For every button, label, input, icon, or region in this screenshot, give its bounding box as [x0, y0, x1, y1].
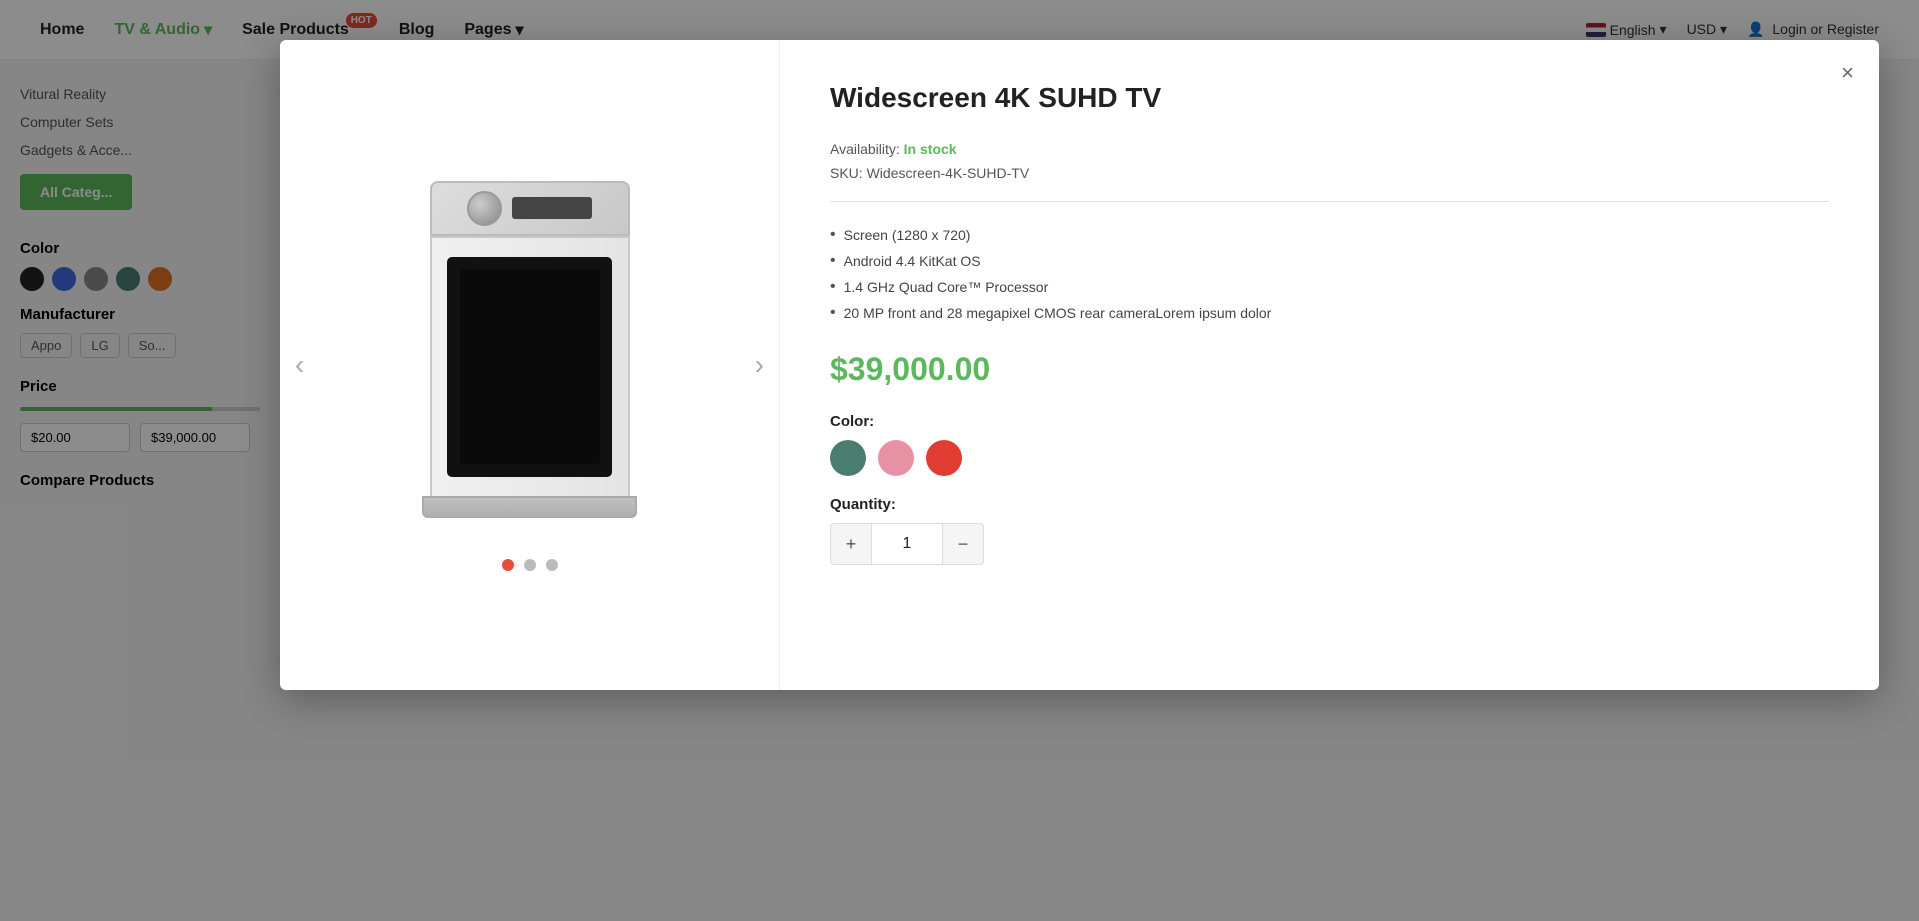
- in-stock-status: In stock: [904, 141, 957, 157]
- product-title: Widescreen 4K SUHD TV: [830, 80, 1829, 116]
- spec-text-4: 20 MP front and 28 megapixel CMOS rear c…: [844, 305, 1272, 321]
- bullet-icon: •: [830, 227, 836, 243]
- color-options: [830, 440, 1829, 476]
- prev-image-button[interactable]: ‹: [295, 349, 304, 381]
- availability-line: Availability: In stock: [830, 141, 1829, 157]
- sku-label: SKU:: [830, 165, 863, 181]
- product-image: [380, 159, 680, 539]
- spec-text-1: Screen (1280 x 720): [844, 227, 971, 243]
- quantity-controls: + −: [830, 523, 1829, 565]
- color-section: Color:: [830, 413, 1829, 476]
- next-image-button[interactable]: ›: [755, 349, 764, 381]
- bullet-icon: •: [830, 253, 836, 269]
- specs-list: • Screen (1280 x 720) • Android 4.4 KitK…: [830, 222, 1829, 326]
- modal-image-area: ‹: [280, 40, 780, 690]
- image-dots: [502, 559, 558, 571]
- modal-product-info: Widescreen 4K SUHD TV Availability: In s…: [780, 40, 1879, 690]
- color-option-teal[interactable]: [830, 440, 866, 476]
- divider: [830, 201, 1829, 202]
- quantity-decrease-button[interactable]: +: [830, 523, 872, 565]
- spec-item-1: • Screen (1280 x 720): [830, 222, 1829, 248]
- quantity-label: Quantity:: [830, 496, 1829, 513]
- spec-text-3: 1.4 GHz Quad Core™ Processor: [844, 279, 1049, 295]
- quantity-section: Quantity: + −: [830, 496, 1829, 565]
- spec-item-4: • 20 MP front and 28 megapixel CMOS rear…: [830, 300, 1829, 326]
- color-section-label: Color:: [830, 413, 1829, 430]
- sku-value: Widescreen-4K-SUHD-TV: [867, 165, 1030, 181]
- spec-item-3: • 1.4 GHz Quad Core™ Processor: [830, 274, 1829, 300]
- quantity-increase-button[interactable]: −: [942, 523, 984, 565]
- bullet-icon: •: [830, 305, 836, 321]
- dot-2[interactable]: [524, 559, 536, 571]
- color-option-pink[interactable]: [878, 440, 914, 476]
- dot-1[interactable]: [502, 559, 514, 571]
- quantity-input[interactable]: [872, 523, 942, 565]
- product-price: $39,000.00: [830, 351, 1829, 388]
- color-option-red[interactable]: [926, 440, 962, 476]
- availability-label: Availability:: [830, 141, 900, 157]
- modal-close-button[interactable]: ×: [1841, 60, 1854, 86]
- spec-item-2: • Android 4.4 KitKat OS: [830, 248, 1829, 274]
- product-modal: × ‹: [280, 40, 1879, 690]
- sku-line: SKU: Widescreen-4K-SUHD-TV: [830, 165, 1829, 181]
- dot-3[interactable]: [546, 559, 558, 571]
- spec-text-2: Android 4.4 KitKat OS: [844, 253, 981, 269]
- bullet-icon: •: [830, 279, 836, 295]
